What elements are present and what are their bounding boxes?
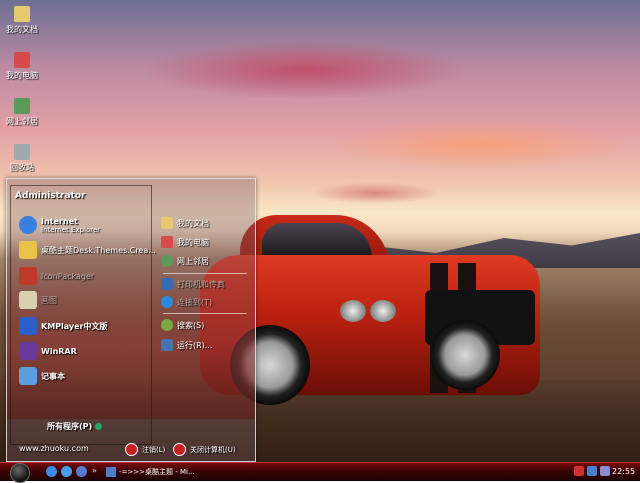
paint-icon <box>19 291 37 309</box>
start-item-desk-themes[interactable]: 桌酷主题Desk.Themes.Crea... <box>19 241 156 259</box>
start-item-winrar[interactable]: WinRAR <box>19 342 77 360</box>
desktop-quicklaunch-icon[interactable] <box>76 466 87 477</box>
desktop-icon-label: 回收站 <box>10 163 34 172</box>
clock[interactable]: 22:55 <box>612 467 635 476</box>
desktop-icon-label: 我的文档 <box>6 25 38 34</box>
start-button[interactable] <box>10 463 30 483</box>
documents-icon <box>161 217 173 229</box>
start-item-internet[interactable]: Internet Internet Explorer <box>19 216 100 234</box>
all-programs-button[interactable]: 所有程序(P) <box>47 421 103 432</box>
start-right-connect[interactable]: 连接到(T) <box>161 296 212 308</box>
my-computer-icon <box>14 52 30 68</box>
desktop-icon-recycle-bin[interactable]: 回收站 <box>0 144 44 173</box>
start-menu-separator <box>163 273 247 274</box>
start-menu: Administrator Internet Internet Explorer… <box>6 178 256 462</box>
wheel <box>430 320 500 390</box>
recycle-bin-icon <box>14 144 30 160</box>
computer-icon <box>161 236 173 248</box>
desktop-icon-label: 网上邻居 <box>6 117 38 126</box>
start-item-notepad[interactable]: 记事本 <box>19 367 65 385</box>
start-right-network[interactable]: 网上邻居 <box>161 255 209 267</box>
start-menu-separator <box>163 313 247 314</box>
start-right-my-computer[interactable]: 我的电脑 <box>161 236 209 248</box>
run-icon <box>161 339 173 351</box>
shutdown-button[interactable]: 关闭计算机(U) <box>173 443 236 456</box>
theme-icon <box>19 241 37 259</box>
tray-arrow-icon[interactable] <box>574 466 584 476</box>
system-tray <box>574 466 610 476</box>
start-item-iconpackager[interactable]: IconPackager <box>19 267 94 285</box>
network-tray-icon[interactable] <box>587 466 597 476</box>
desktop-icon-my-computer[interactable]: 我的电脑 <box>0 52 44 81</box>
iconpackager-icon <box>19 267 37 285</box>
start-right-printers[interactable]: 打印机和传真 <box>161 278 225 290</box>
desktop-icon-network[interactable]: 网上邻居 <box>0 98 44 127</box>
winrar-icon <box>19 342 37 360</box>
volume-tray-icon[interactable] <box>600 466 610 476</box>
wallpaper-cloud <box>310 182 440 204</box>
ie-quicklaunch-icon[interactable] <box>46 466 57 477</box>
start-right-search[interactable]: 搜索(S) <box>161 319 204 331</box>
taskbar: » -=>>>桌酷主题 - Mi... 22:55 <box>0 462 640 483</box>
start-item-paint[interactable]: 画图 <box>19 291 57 309</box>
quicklaunch-overflow-chevron[interactable]: » <box>92 466 97 475</box>
desktop-icon-my-documents[interactable]: 我的文档 <box>0 6 44 35</box>
search-icon <box>161 319 173 331</box>
desktop-icon-label: 我的电脑 <box>6 71 38 80</box>
window-icon <box>106 467 116 477</box>
browser-quicklaunch-icon[interactable] <box>61 466 72 477</box>
my-documents-icon <box>14 6 30 22</box>
printer-icon <box>161 278 173 290</box>
taskbar-window-button[interactable]: -=>>>桌酷主题 - Mi... <box>106 465 196 479</box>
start-right-my-documents[interactable]: 我的文档 <box>161 217 209 229</box>
network-icon <box>161 255 173 267</box>
start-menu-url: www.zhuoku.com <box>19 444 89 453</box>
notepad-icon <box>19 367 37 385</box>
power-icon <box>173 443 186 456</box>
ie-icon <box>19 216 37 234</box>
start-menu-username: Administrator <box>15 191 86 201</box>
start-item-kmplayer[interactable]: KMPlayer中文版 <box>19 317 108 335</box>
wallpaper-cloud <box>330 120 630 170</box>
wallpaper-cloud <box>140 40 470 100</box>
network-places-icon <box>14 98 30 114</box>
connect-icon <box>161 296 173 308</box>
logoff-icon <box>125 443 138 456</box>
logoff-button[interactable]: 注销(L) <box>125 443 165 456</box>
start-right-run[interactable]: 运行(R)... <box>161 339 212 351</box>
arrow-right-icon <box>95 423 103 430</box>
kmplayer-icon <box>19 317 37 335</box>
